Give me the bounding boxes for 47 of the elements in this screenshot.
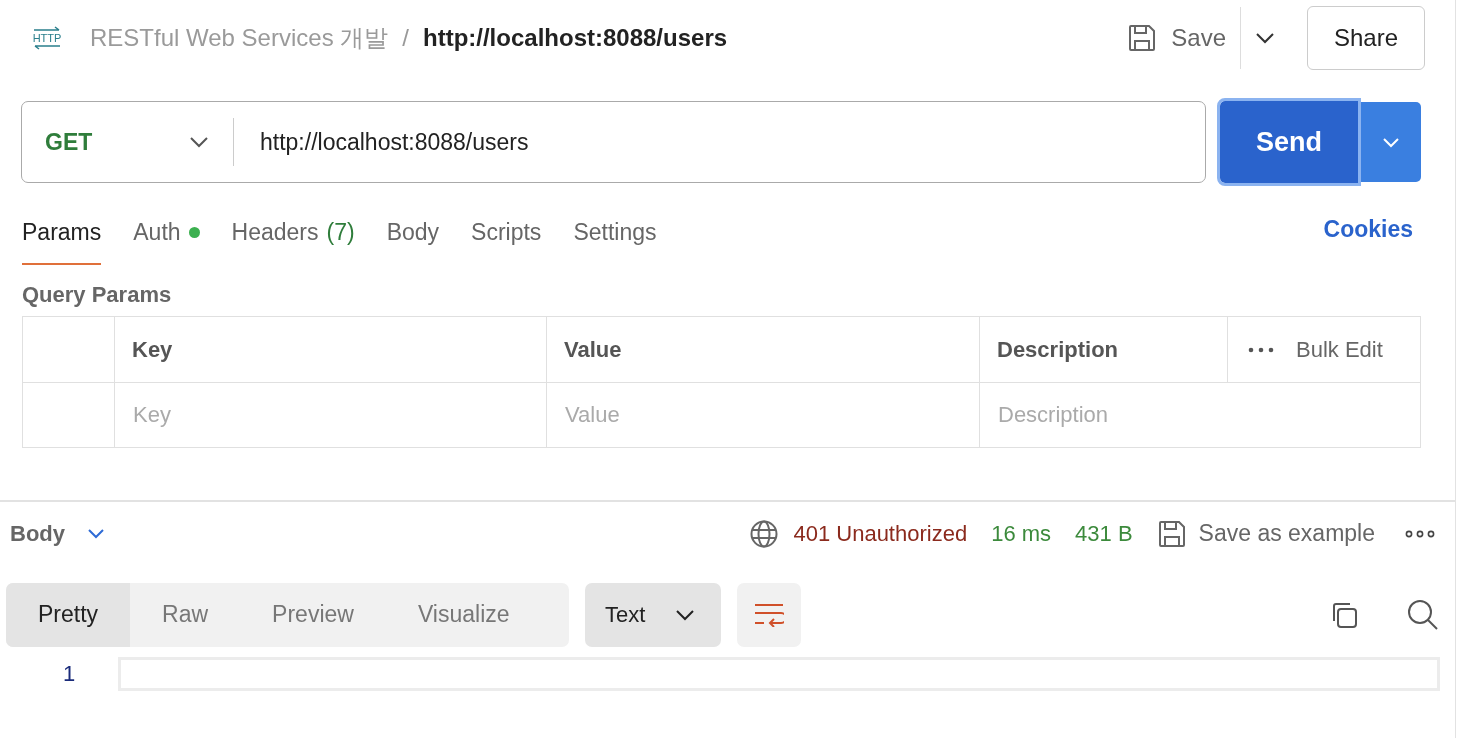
column-header: Key bbox=[131, 336, 173, 363]
bulk-edit-button[interactable]: Bulk Edit bbox=[1296, 336, 1383, 363]
request-tab[interactable]: Scripts bbox=[471, 201, 542, 265]
param-input[interactable]: Description bbox=[980, 401, 1396, 429]
param-input[interactable]: Value bbox=[547, 401, 956, 429]
share-button[interactable]: Share bbox=[1307, 6, 1425, 70]
response-size: 431 B bbox=[1075, 520, 1133, 547]
column-header: Value bbox=[563, 336, 622, 363]
view-tab[interactable]: Raw bbox=[130, 582, 241, 647]
request-tab[interactable]: Params bbox=[22, 201, 102, 265]
save-icon bbox=[1156, 518, 1187, 549]
more-icon[interactable] bbox=[1405, 529, 1435, 538]
format-dropdown[interactable]: Text bbox=[585, 582, 722, 647]
save-as-example-button[interactable]: Save as example bbox=[1156, 518, 1375, 549]
caret-icon bbox=[1255, 32, 1275, 44]
status-code: 401 Unauthorized bbox=[793, 520, 968, 547]
response-time: 16 ms bbox=[991, 520, 1052, 547]
request-tab[interactable]: Headers (7) bbox=[231, 201, 355, 265]
wrap-lines-icon bbox=[754, 602, 785, 627]
save-button[interactable]: Save bbox=[1127, 23, 1226, 53]
more-icon[interactable] bbox=[1248, 346, 1274, 353]
caret-icon bbox=[1381, 136, 1401, 148]
param-input[interactable]: Key bbox=[115, 401, 523, 429]
cookies-link[interactable]: Cookies bbox=[1323, 215, 1413, 243]
request-tab[interactable]: Body bbox=[386, 201, 440, 265]
method-dropdown[interactable]: GET bbox=[22, 128, 233, 156]
caret-icon bbox=[189, 136, 209, 148]
wrap-lines-button[interactable] bbox=[737, 582, 802, 647]
url-field[interactable]: GET http://localhost:8088/users bbox=[21, 101, 1206, 183]
caret-icon[interactable] bbox=[87, 527, 105, 540]
request-title[interactable]: http://localhost:8088/users bbox=[423, 24, 728, 52]
save-icon bbox=[1127, 23, 1158, 53]
section-title: Query Params bbox=[21, 281, 173, 309]
view-tab[interactable]: Visualize bbox=[385, 582, 542, 647]
request-tab[interactable]: Auth bbox=[133, 201, 200, 265]
view-tab[interactable]: Preview bbox=[240, 582, 386, 647]
send-button[interactable]: Send bbox=[1220, 101, 1358, 183]
line-number: 1 bbox=[63, 660, 76, 687]
search-icon[interactable] bbox=[1407, 598, 1439, 631]
globe-icon[interactable] bbox=[749, 518, 780, 549]
url-value: http://localhost:8088/users bbox=[260, 128, 529, 156]
response-body-label: Body bbox=[10, 520, 65, 547]
request-tab[interactable]: Settings bbox=[573, 201, 657, 265]
breadcrumb-separator: / bbox=[402, 24, 409, 52]
view-tab[interactable]: Pretty bbox=[6, 582, 131, 647]
caret-icon bbox=[675, 608, 696, 621]
column-header: Description bbox=[996, 336, 1119, 363]
